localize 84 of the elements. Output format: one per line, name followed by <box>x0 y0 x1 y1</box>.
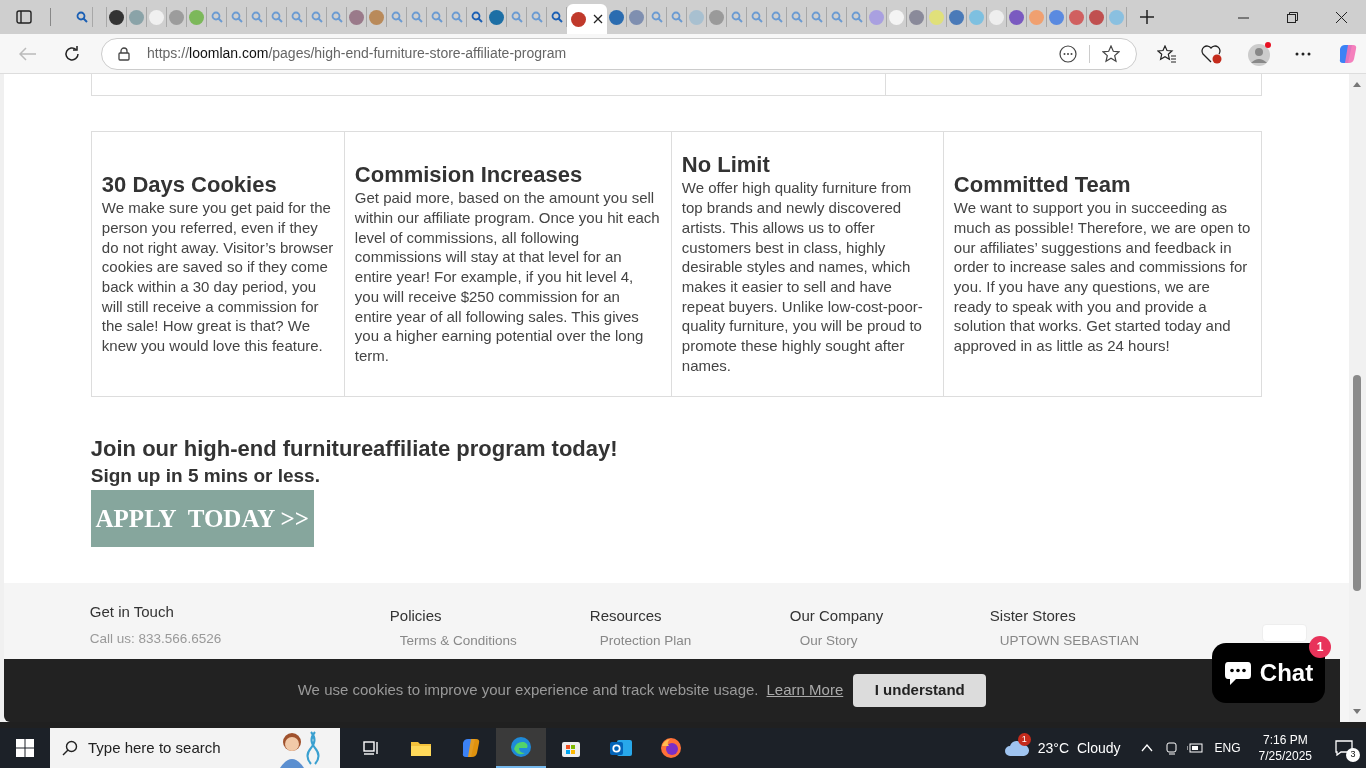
learn-more-link[interactable]: Learn More <box>766 679 844 702</box>
search-icon <box>410 11 423 23</box>
search-icon <box>310 11 323 23</box>
folder-icon <box>410 739 432 757</box>
health-icon[interactable] <box>1201 43 1223 64</box>
feature-description: We make sure you get paid for the person you referred, even if they do not right away. Visitor’s browser cookies are saved so if they come back within a 30 day period, you will still receive a commission for the sale! How great is that? We knew you would love this feature. <box>101 198 334 356</box>
scroll-up-icon[interactable] <box>1353 82 1362 87</box>
favorites-icon[interactable] <box>1157 44 1177 63</box>
search-icon <box>210 11 223 23</box>
search-icon <box>76 11 88 23</box>
menu-icon[interactable] <box>1295 51 1311 56</box>
search-icon <box>650 11 663 23</box>
search-icon <box>830 11 843 23</box>
taskbar-app-button[interactable] <box>496 728 546 768</box>
search-icon <box>730 11 743 23</box>
scroll-down-icon[interactable] <box>1353 709 1362 714</box>
footer-heading: Sister Stores <box>989 607 1076 625</box>
star-icon[interactable] <box>1102 44 1120 63</box>
accept-cookies-button[interactable]: I understand <box>853 674 987 707</box>
feature-title: No Limit <box>681 152 771 179</box>
close-icon[interactable] <box>593 14 603 24</box>
chevron-up-icon[interactable] <box>1140 744 1153 752</box>
more-icon[interactable] <box>1059 44 1077 63</box>
join-subheading: Sign up in 5 mins or less. <box>90 464 320 488</box>
copilot-icon <box>460 737 482 759</box>
feature-description: We want to support you in succeeding as much as possible! Therefore, we are open to our affiliates’ suggestions and feedback in order to increase sales and commissions for you. If you have any questions, we are ready to speak with you and provide a solution that works. Get started today and approved in as little as 24 hours! <box>953 198 1251 356</box>
chat-bubble-icon <box>1223 659 1252 687</box>
footer-heading: Policies <box>389 607 442 625</box>
footer-heading: Our Company <box>789 607 884 625</box>
restore-icon[interactable] <box>1287 11 1298 23</box>
taskbar-search-field[interactable]: Type here to search <box>50 728 340 768</box>
search-icon <box>790 11 803 23</box>
lock-icon <box>118 46 130 61</box>
search-icon <box>470 11 483 23</box>
scrollbar-thumb[interactable] <box>1353 375 1362 591</box>
search-icon <box>810 11 823 23</box>
search-icon <box>62 740 78 756</box>
search-icon <box>530 11 543 23</box>
browser-tab[interactable] <box>567 4 607 34</box>
clock[interactable]: 7:16 PM 7/25/2025 <box>1258 732 1312 764</box>
url-text: https://loomlan.com/pages/high-end-furniture-store-affiliate-program <box>147 44 567 63</box>
copilot-icon[interactable] <box>1337 42 1359 65</box>
message-icon <box>1335 740 1353 756</box>
footer-heading: Get in Touch <box>89 603 175 621</box>
mail-icon <box>609 737 633 759</box>
join-heading: Join our high-end furnitureaffiliate program today! <box>90 435 618 463</box>
search-icon <box>510 11 523 23</box>
language-indicator[interactable]: ENG <box>1214 739 1241 757</box>
search-icon <box>390 11 403 23</box>
camera-icon[interactable] <box>1164 741 1179 755</box>
task-view-icon <box>362 739 380 757</box>
tab-actions-icon[interactable] <box>16 9 32 25</box>
search-icon <box>450 11 463 23</box>
search-icon <box>330 11 343 23</box>
close-window-icon[interactable] <box>1336 11 1347 23</box>
search-icon <box>850 11 863 23</box>
search-icon <box>670 11 683 23</box>
back-icon[interactable] <box>19 46 37 61</box>
cookie-message: We use cookies to improve your experience and track website usage. <box>297 680 759 701</box>
search-icon <box>230 11 243 23</box>
start-icon[interactable] <box>16 739 34 757</box>
address-bar[interactable]: https://loomlan.com/pages/high-end-furniture-store-affiliate-program <box>101 37 1137 70</box>
search-icon <box>770 11 783 23</box>
footer-heading: Resources <box>589 607 662 625</box>
feature-title: Commision Increases <box>354 162 584 189</box>
search-icon <box>270 11 283 23</box>
feature-title: Committed Team <box>953 172 1132 199</box>
search-icon <box>430 11 443 23</box>
new-tab-icon[interactable] <box>1139 9 1155 25</box>
search-icon <box>290 11 303 23</box>
phone-text: Call us: 833.566.6526 <box>89 631 223 646</box>
search-icon <box>550 11 563 23</box>
weather-widget[interactable]: 1 23°C Cloudy <box>1003 728 1133 768</box>
scrollbar[interactable] <box>1348 74 1366 722</box>
battery-icon[interactable] <box>1186 742 1203 754</box>
refresh-icon[interactable] <box>63 44 81 63</box>
feature-title: 30 Days Cookies <box>101 172 278 199</box>
edge-icon <box>510 736 532 758</box>
profile-avatar-icon[interactable] <box>1247 40 1273 67</box>
firefox-icon <box>660 737 682 759</box>
search-icon <box>250 11 263 23</box>
feature-description: We offer high quality furniture from top brands and newly discovered artists. This allows us to offer customers best in class, highly desirable styles and names, which makes it easier to sell and have repeat buyers. Unlike low-cost-poor-quality furniture, you will be proud to promote these highly sought after names. <box>681 178 924 376</box>
feature-description: Get paid more, based on the amount you sell within our affiliate program. Once you hit each level of commissions, all following commissions will stay at that level for an entire year! For example, if you hit level 4, you will receive $250 commission for an entire year of all following sales. This gives you a higher earning potential over the long term. <box>354 188 661 366</box>
search-icon <box>750 11 763 23</box>
